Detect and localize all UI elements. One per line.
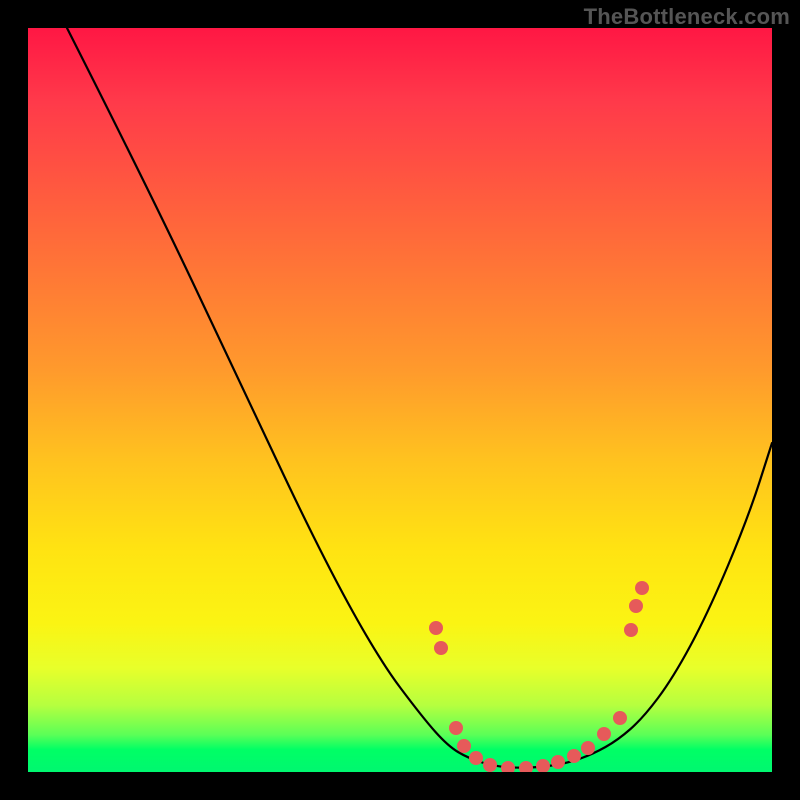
highlight-dot: [519, 761, 533, 772]
highlight-dot: [501, 761, 515, 772]
highlight-dot: [629, 599, 643, 613]
chart-overlay: [28, 28, 772, 772]
highlight-dot: [624, 623, 638, 637]
highlight-dot: [613, 711, 627, 725]
watermark-text: TheBottleneck.com: [584, 4, 790, 30]
plot-area: [28, 28, 772, 772]
highlight-dot: [434, 641, 448, 655]
chart-frame: TheBottleneck.com: [0, 0, 800, 800]
highlight-dot: [449, 721, 463, 735]
highlight-dot: [581, 741, 595, 755]
highlight-dot: [551, 755, 565, 769]
highlight-dot: [536, 759, 550, 772]
highlight-dot: [635, 581, 649, 595]
highlight-dot: [567, 749, 581, 763]
highlight-dot: [483, 758, 497, 772]
highlight-dot: [597, 727, 611, 741]
bottleneck-curve: [67, 28, 772, 768]
highlight-dots: [429, 581, 649, 772]
highlight-dot: [469, 751, 483, 765]
highlight-dot: [457, 739, 471, 753]
highlight-dot: [429, 621, 443, 635]
